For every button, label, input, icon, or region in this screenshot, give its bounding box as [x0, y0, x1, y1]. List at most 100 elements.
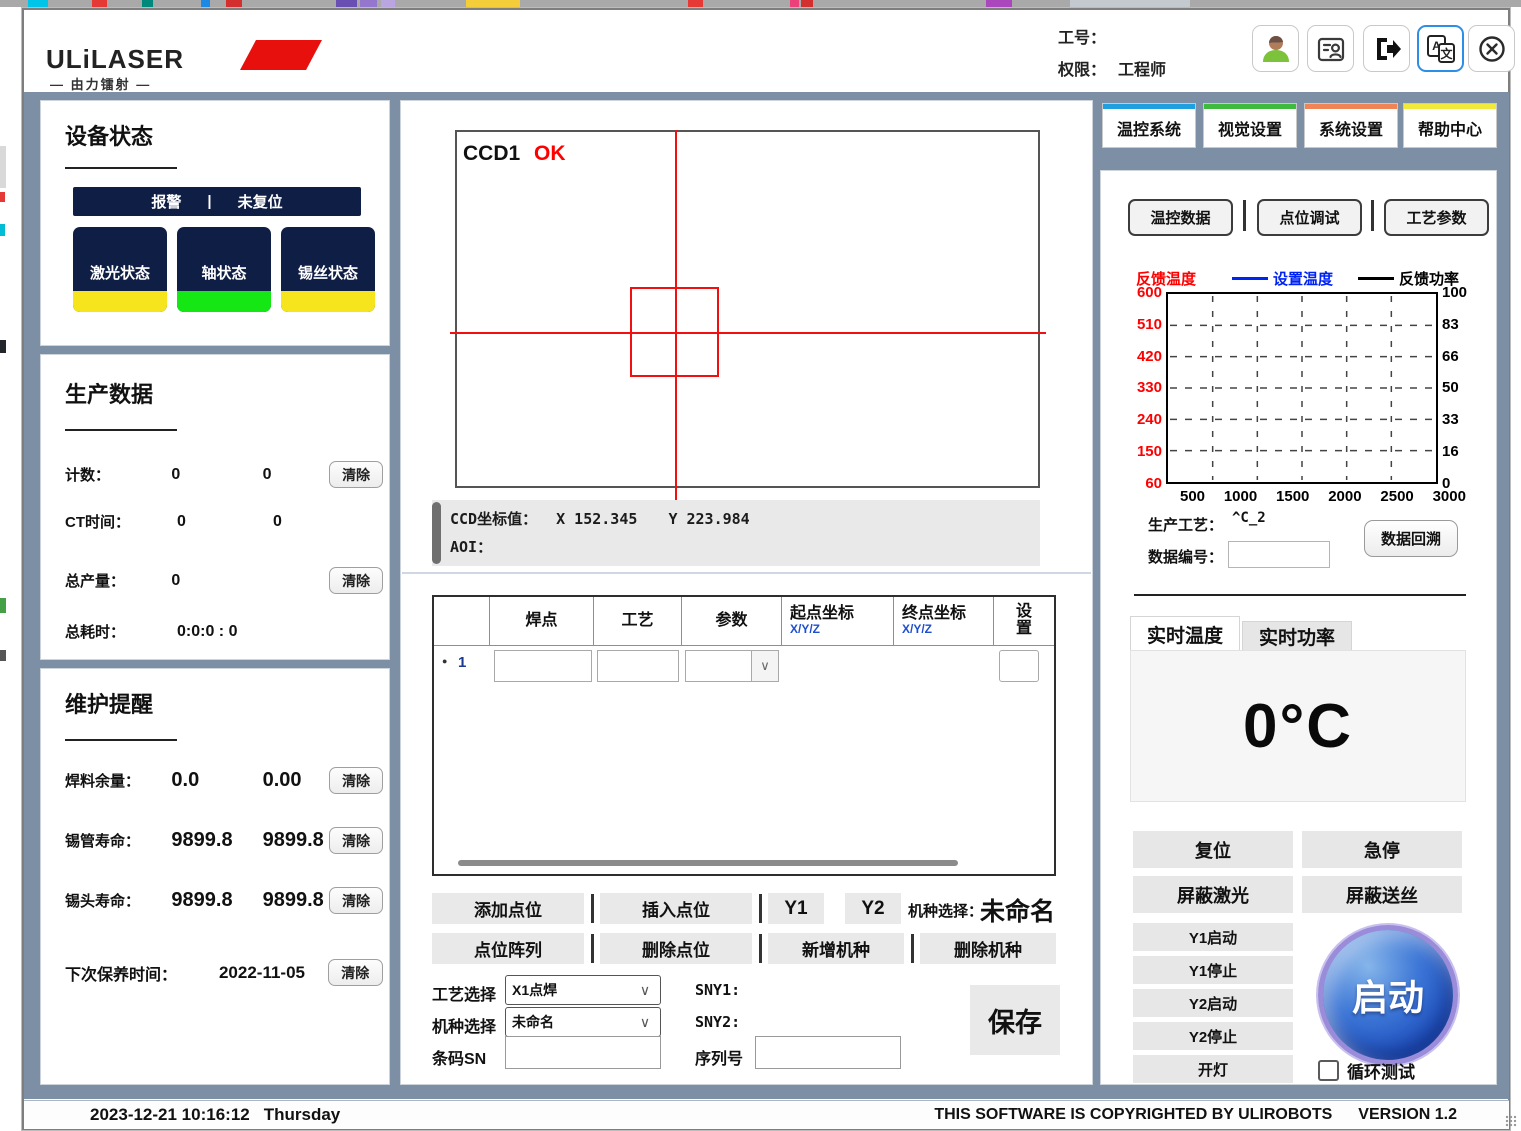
- insert-point-button[interactable]: 插入点位: [600, 893, 752, 924]
- model-select-dropdown[interactable]: 未命名 ∨: [505, 1007, 661, 1037]
- temp-data-button[interactable]: 温控数据: [1128, 199, 1233, 236]
- production-craft-label: 生产工艺：: [1148, 514, 1223, 535]
- ccd-roi-square: [630, 287, 719, 377]
- tab-help-center[interactable]: 帮助中心: [1403, 103, 1497, 148]
- cycle-test-checkbox[interactable]: [1318, 1060, 1339, 1081]
- delete-point-button[interactable]: 删除点位: [600, 933, 752, 964]
- craft-param-button[interactable]: 工艺参数: [1384, 199, 1489, 236]
- tab-label: 帮助中心: [1404, 109, 1496, 147]
- y1-table-button[interactable]: Y1: [768, 893, 824, 924]
- operator-record-button[interactable]: [1307, 25, 1354, 72]
- ct-time-label: CT时间：: [65, 511, 177, 532]
- chevron-down-icon: ∨: [751, 651, 778, 681]
- barcode-sn-label: 条码SN: [432, 1045, 486, 1069]
- y1-start-button[interactable]: Y1启动: [1133, 923, 1293, 951]
- not-reset-label: 未复位: [238, 191, 283, 212]
- weld-points-table[interactable]: 焊点 工艺 参数 起点坐标X/Y/Z 终点坐标X/Y/Z 设置 ● 1 ∨: [432, 595, 1056, 876]
- delete-model-button[interactable]: 删除机种: [920, 933, 1056, 964]
- cell-start-coord[interactable]: [786, 650, 890, 682]
- desktop-artifact: [0, 192, 5, 202]
- ccd-viewport[interactable]: [455, 130, 1040, 488]
- axis-status-tile[interactable]: 轴状态: [177, 227, 271, 312]
- close-window-button[interactable]: [1468, 25, 1515, 72]
- separator: [759, 894, 762, 923]
- mask-laser-button[interactable]: 屏蔽激光: [1133, 876, 1293, 913]
- model-select-caption: 机种选择：: [908, 900, 983, 921]
- cell-craft[interactable]: [597, 650, 679, 682]
- start-button[interactable]: 启动: [1318, 925, 1458, 1065]
- tab-vision-settings[interactable]: 视觉设置: [1203, 103, 1297, 148]
- point-debug-button[interactable]: 点位调试: [1257, 199, 1362, 236]
- chart-y-left-ticks: 60051042033024015060: [1126, 284, 1162, 492]
- clear-total-output-button[interactable]: 清除: [329, 567, 383, 594]
- tab-realtime-power[interactable]: 实时功率: [1242, 621, 1352, 652]
- data-number-label: 数据编号：: [1148, 546, 1223, 567]
- axis-status-indicator: [177, 291, 271, 312]
- realtime-temperature-value: 0°C: [1243, 691, 1353, 762]
- divider: [65, 739, 177, 741]
- brand-subtitle: — 由力镭射 —: [50, 74, 151, 93]
- laser-status-tile[interactable]: 激光状态: [73, 227, 167, 312]
- clear-count-button[interactable]: 清除: [329, 461, 383, 488]
- craft-select-dropdown[interactable]: X1点焊 ∨: [505, 975, 661, 1005]
- status-copyright: THIS SOFTWARE IS COPYRIGHTED BY ULIROBOT…: [934, 1106, 1457, 1124]
- chart-y-right-ticks: 10083665033160: [1442, 284, 1478, 492]
- clear-next-maintain-button[interactable]: 清除: [328, 959, 383, 986]
- table-row[interactable]: ● 1 ∨: [434, 645, 1054, 686]
- data-number-input[interactable]: [1228, 541, 1330, 568]
- y2-start-button[interactable]: Y2启动: [1133, 989, 1293, 1017]
- separator: [591, 894, 594, 923]
- ccd-status: OK: [534, 142, 566, 165]
- add-model-button[interactable]: 新增机种: [768, 933, 904, 964]
- y2-stop-button[interactable]: Y2停止: [1133, 1022, 1293, 1050]
- cell-weld-point[interactable]: [494, 650, 592, 682]
- ct-time-value-1: 0: [177, 513, 273, 531]
- chevron-down-icon: ∨: [630, 1014, 660, 1031]
- brand-name: ULiLASER: [46, 44, 184, 75]
- tab-realtime-temp[interactable]: 实时温度: [1130, 616, 1240, 652]
- add-point-button[interactable]: 添加点位: [432, 893, 584, 924]
- status-bar: 2023-12-21 10:16:12 Thursday THIS SOFTWA…: [24, 1100, 1509, 1129]
- resize-grip[interactable]: [1505, 1115, 1517, 1127]
- user-avatar-button[interactable]: [1252, 25, 1299, 72]
- separator: [1371, 200, 1374, 231]
- copyright-text: THIS SOFTWARE IS COPYRIGHTED BY ULIROBOT…: [934, 1106, 1332, 1124]
- model-select-label: 机种选择: [432, 1013, 496, 1037]
- production-data-title: 生产数据: [65, 377, 153, 409]
- point-array-button[interactable]: 点位阵列: [432, 933, 584, 964]
- clear-solder-button[interactable]: 清除: [329, 767, 383, 794]
- table-horizontal-scrollbar[interactable]: [458, 860, 958, 866]
- clear-tin-tube-button[interactable]: 清除: [329, 827, 383, 854]
- production-craft-value: ^C_2: [1232, 510, 1266, 526]
- total-time-value: 0:0:0 : 0: [177, 623, 337, 641]
- clear-tin-head-button[interactable]: 清除: [329, 887, 383, 914]
- desktop-artifact: [0, 340, 6, 353]
- y1-stop-button[interactable]: Y1停止: [1133, 956, 1293, 984]
- y2-table-button[interactable]: Y2: [845, 893, 901, 924]
- device-status-title: 设备状态: [65, 119, 153, 151]
- wire-status-tile[interactable]: 锡丝状态: [281, 227, 375, 312]
- tab-temperature-control[interactable]: 温控系统: [1102, 103, 1196, 148]
- serial-label: 序列号: [695, 1045, 743, 1069]
- data-trace-button[interactable]: 数据回溯: [1364, 520, 1458, 557]
- cell-end-coord[interactable]: [898, 650, 990, 682]
- row-index: 1: [458, 654, 466, 671]
- logout-button[interactable]: [1363, 25, 1410, 72]
- light-on-button[interactable]: 开灯: [1133, 1055, 1293, 1083]
- ccd-coord-line: CCD坐标值： X 152.345 Y 223.984: [450, 508, 750, 529]
- estop-button[interactable]: 急停: [1302, 831, 1462, 868]
- serial-input[interactable]: [755, 1036, 901, 1069]
- ccd-coord-x: X 152.345: [556, 510, 637, 528]
- barcode-sn-input[interactable]: [505, 1036, 661, 1069]
- tin-tube-life-label: 锡管寿命：: [65, 830, 171, 851]
- craft-select-value: X1点焊: [506, 980, 630, 1000]
- mask-wire-button[interactable]: 屏蔽送丝: [1302, 876, 1462, 913]
- reset-button[interactable]: 复位: [1133, 831, 1293, 868]
- tab-system-settings[interactable]: 系统设置: [1304, 103, 1398, 148]
- language-translate-button[interactable]: A 文: [1417, 25, 1464, 72]
- tin-head-life-label: 锡头寿命：: [65, 890, 171, 911]
- cell-setting-button[interactable]: [999, 650, 1039, 682]
- cell-param-dropdown[interactable]: ∨: [685, 650, 779, 682]
- separator: [911, 934, 914, 963]
- save-button[interactable]: 保存: [970, 985, 1060, 1055]
